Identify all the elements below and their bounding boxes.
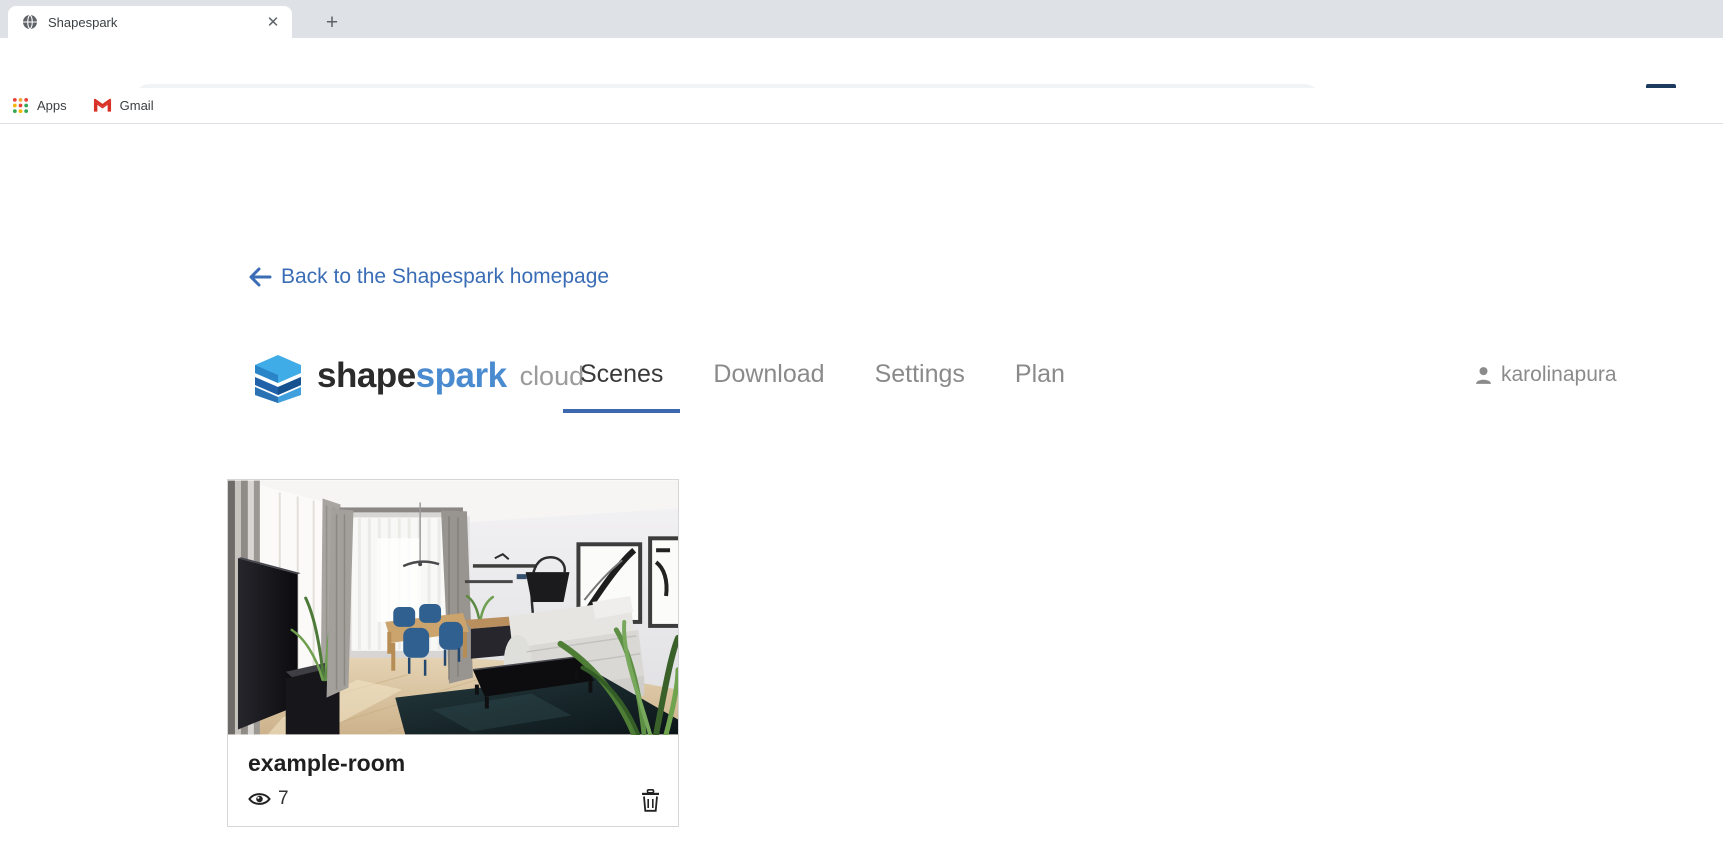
bookmark-gmail-label: Gmail [120,98,154,113]
eye-icon [248,791,271,807]
gmail-icon [93,98,112,113]
scene-thumbnail[interactable] [228,480,678,735]
user-menu[interactable]: karolinapura [1473,363,1617,387]
logo-word-spark: spark [416,356,507,395]
tab-settings[interactable]: Settings [858,359,982,413]
browser-tab-strip: Shapespark ✕ + [0,0,1723,38]
back-to-homepage-link[interactable]: Back to the Shapespark homepage [248,265,609,289]
back-link-label: Back to the Shapespark homepage [281,265,609,289]
shapespark-logo[interactable]: shapespark cloud [250,349,584,403]
page-content: Back to the Shapespark homepage shapespa… [0,125,1723,849]
tab-plan[interactable]: Plan [998,359,1082,413]
logo-wordmark: shapespark [317,356,507,396]
shapespark-logo-icon [250,349,306,403]
views-count: 7 [278,788,289,810]
back-arrow-icon [248,267,272,287]
tab-close-icon[interactable]: ✕ [264,13,282,31]
scene-views: 7 [248,788,658,810]
globe-icon [22,14,38,30]
apps-grid-icon [12,97,29,114]
bookmark-apps[interactable]: Apps [12,97,67,114]
logo-word-shape: shape [317,356,416,395]
bookmark-apps-label: Apps [37,98,67,113]
tab-scenes[interactable]: Scenes [563,359,680,413]
tab-download[interactable]: Download [696,359,841,413]
browser-toolbar: cloud.shapespark.com NEW [0,38,1723,88]
tab-title: Shapespark [48,15,264,30]
user-name: karolinapura [1501,363,1617,387]
scene-title: example-room [248,750,658,777]
trash-icon[interactable] [641,789,660,812]
browser-tab[interactable]: Shapespark ✕ [8,6,292,38]
main-nav-tabs: Scenes Download Settings Plan [563,359,1082,413]
scene-card: example-room 7 [227,479,679,827]
new-tab-button[interactable]: + [318,9,346,37]
person-icon [1473,365,1494,386]
bookmark-gmail[interactable]: Gmail [93,98,154,113]
bookmarks-bar: Apps Gmail [0,88,1723,124]
